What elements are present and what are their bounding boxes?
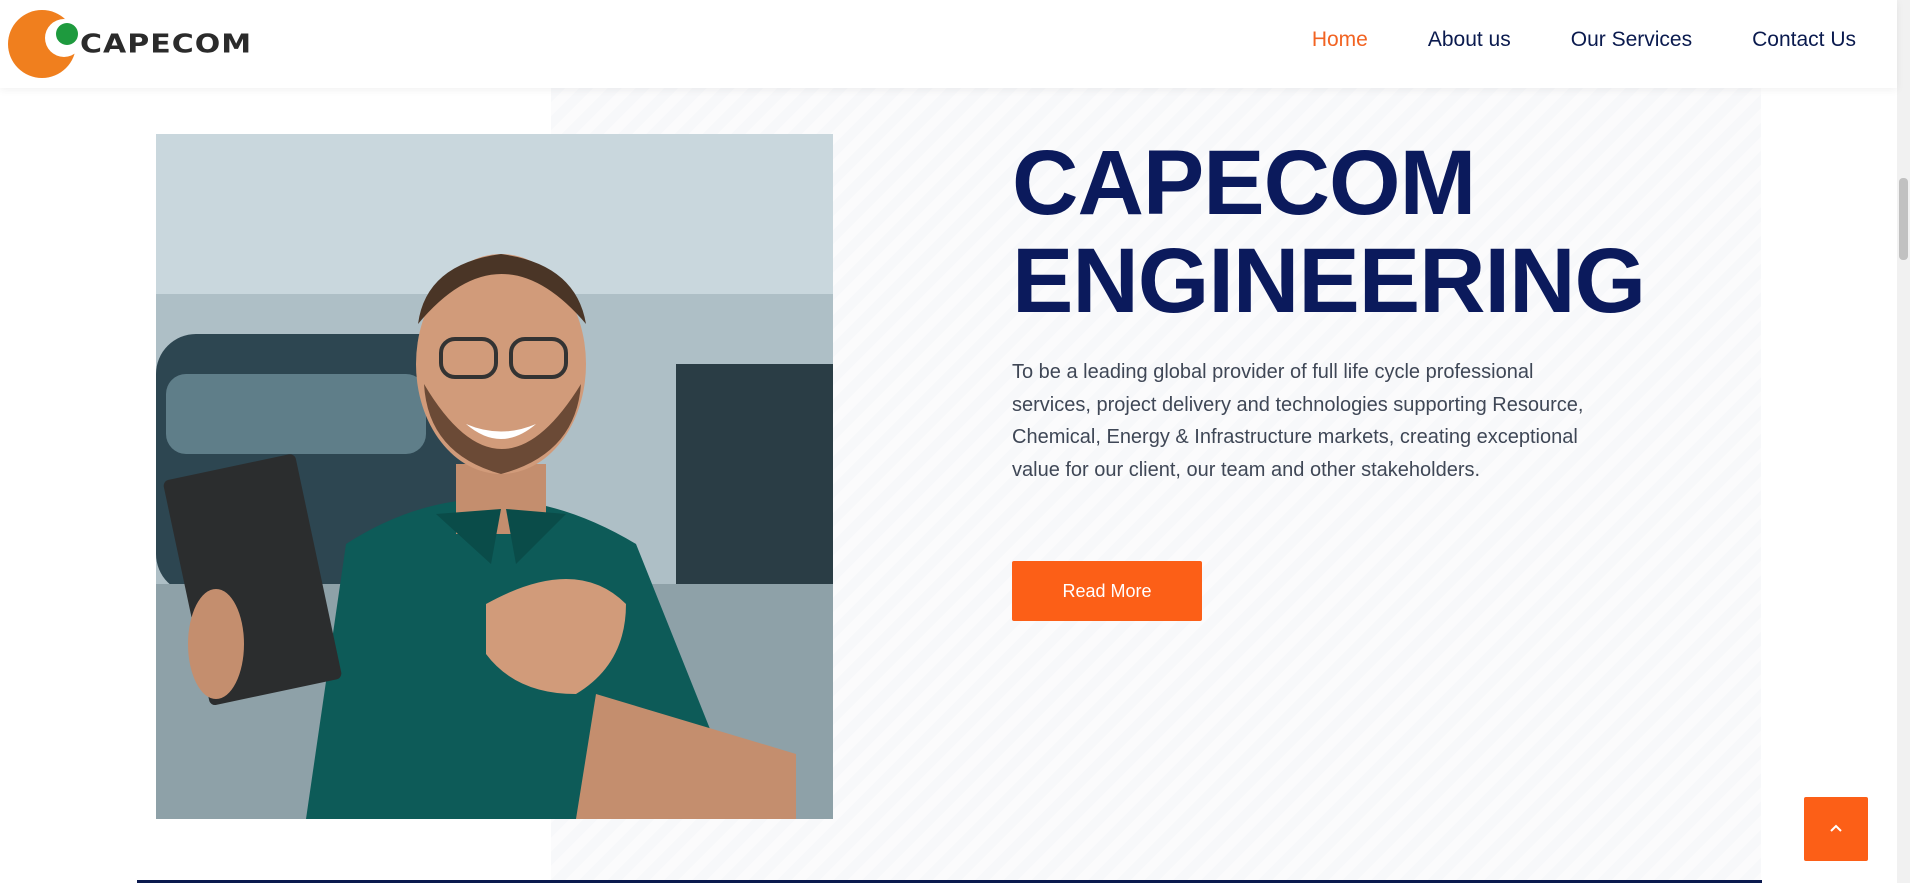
nav-home[interactable]: Home — [1312, 28, 1368, 52]
scrollbar-thumb[interactable] — [1899, 178, 1908, 260]
nav-about-us[interactable]: About us — [1428, 28, 1511, 52]
hero-title-line-1: CAPECOM — [1012, 132, 1476, 234]
logo-text: CAPECOM — [80, 29, 253, 59]
logo[interactable]: CAPECOM — [6, 8, 252, 80]
main-nav: Home About us Our Services Contact Us — [1312, 28, 1856, 52]
chevron-up-icon — [1828, 822, 1844, 837]
back-to-top-button[interactable] — [1804, 797, 1868, 861]
hero-title-line-2: ENGINEERING — [1012, 230, 1646, 332]
page-scrollbar[interactable] — [1897, 0, 1910, 883]
hero-description: To be a leading global provider of full … — [1012, 361, 1584, 481]
nav-contact-us[interactable]: Contact Us — [1752, 28, 1856, 52]
nav-our-services[interactable]: Our Services — [1571, 28, 1692, 52]
logo-mark-icon — [6, 8, 83, 80]
hero-image — [156, 134, 833, 819]
hero-title: CAPECOM ENGINEERING — [1012, 132, 1646, 332]
site-header: CAPECOM Home About us Our Services Conta… — [0, 0, 1897, 88]
read-more-button[interactable]: Read More — [1012, 561, 1202, 621]
